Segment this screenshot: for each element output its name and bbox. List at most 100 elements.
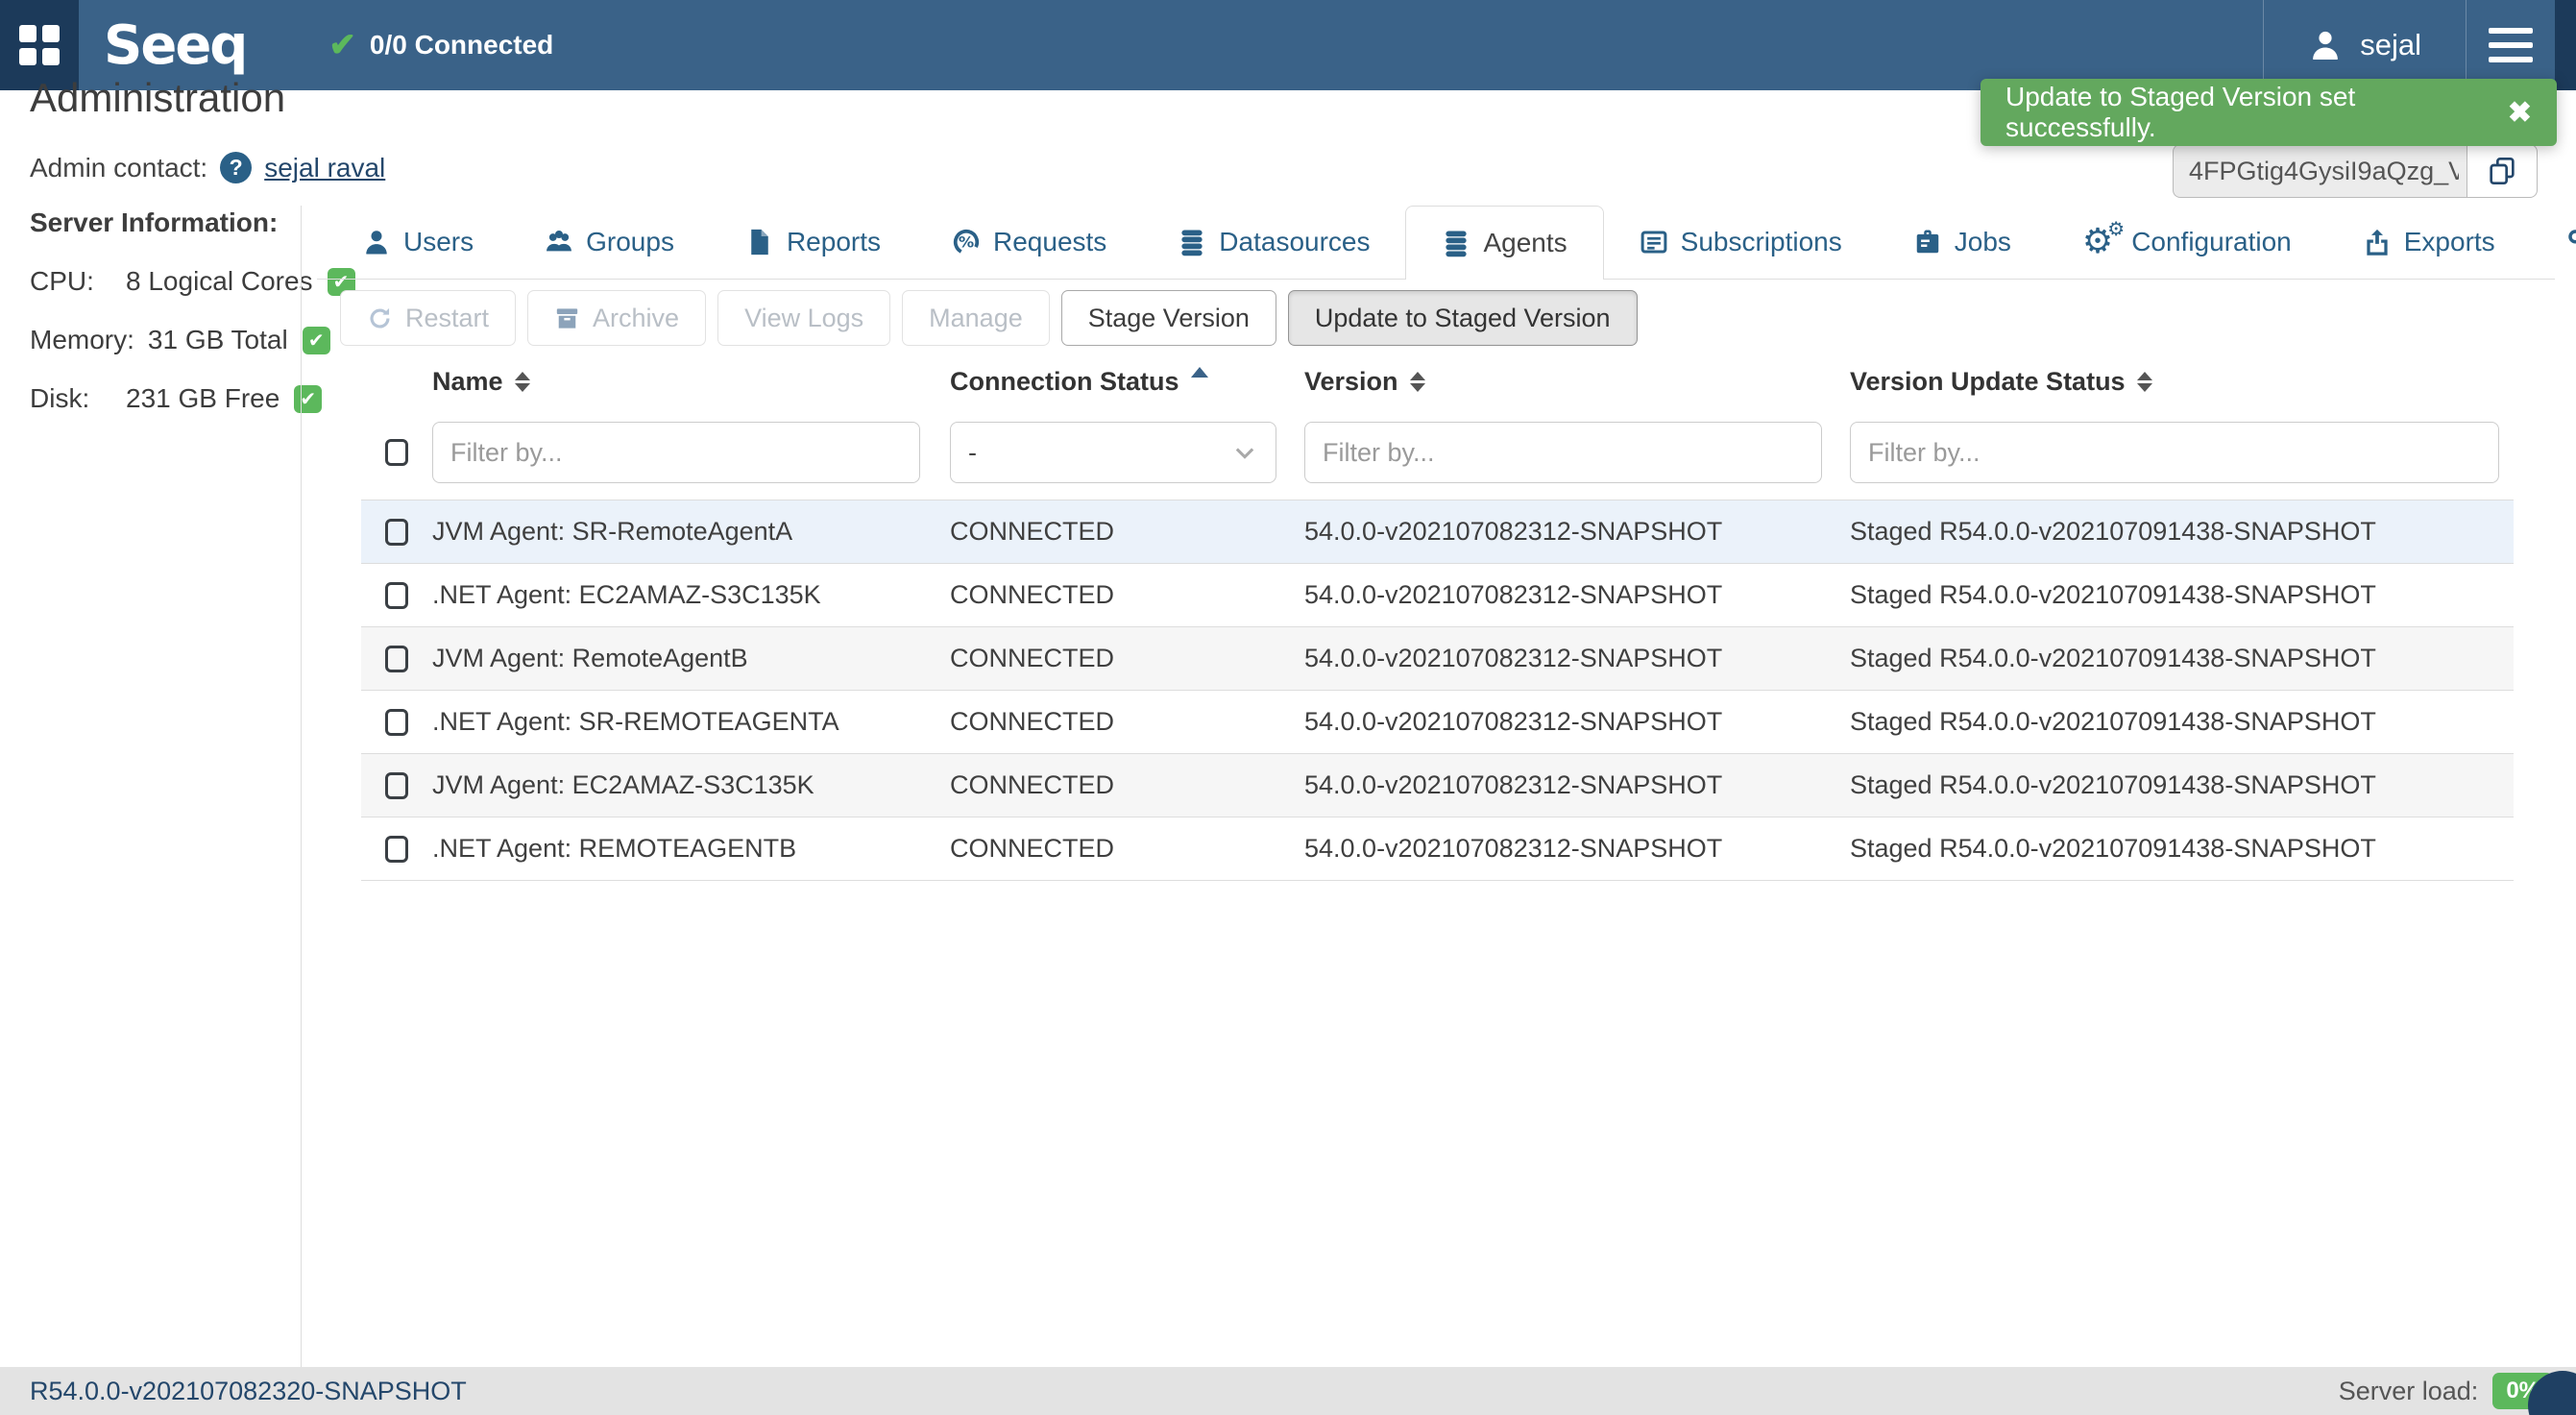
sort-icon: [2137, 372, 2152, 392]
toast-message: Update to Staged Version set successfull…: [1981, 82, 2483, 143]
row-checkbox[interactable]: [385, 582, 408, 609]
tab-label: Users: [403, 227, 474, 257]
admin-contact-link[interactable]: sejal raval: [264, 153, 385, 183]
column-label: Version Update Status: [1850, 367, 2126, 397]
agent-version: 54.0.0-v202107082312-SNAPSHOT: [1304, 707, 1850, 737]
column-header-version-update-status[interactable]: Version Update Status: [1850, 367, 2514, 397]
copy-api-key-button[interactable]: [2467, 144, 2538, 198]
list-card-icon: [1640, 228, 1668, 256]
archive-button: Archive: [527, 290, 706, 346]
view-logs-button: View Logs: [717, 290, 890, 346]
administration-page: Seeq ✔ 0/0 Connected sejal Update to Sta…: [0, 0, 2576, 1415]
row-checkbox[interactable]: [385, 519, 408, 546]
connection-status: CONNECTED: [950, 644, 1304, 673]
column-label: Connection Status: [950, 367, 1179, 397]
tab-agents[interactable]: Agents: [1405, 206, 1603, 280]
table-row[interactable]: .NET Agent: REMOTEAGENTB CONNECTED 54.0.…: [361, 817, 2514, 881]
disk-label: Disk:: [30, 383, 112, 414]
table-row[interactable]: JVM Agent: SR-RemoteAgentA CONNECTED 54.…: [361, 500, 2514, 564]
tab-configuration[interactable]: ⚙⚙ Configuration: [2047, 206, 2327, 279]
row-checkbox[interactable]: [385, 709, 408, 736]
api-key-field[interactable]: [2173, 144, 2467, 198]
agent-name: .NET Agent: EC2AMAZ-S3C135K: [432, 580, 950, 610]
memory-ok-check-icon: ✔: [303, 327, 330, 354]
tab-users[interactable]: Users: [327, 206, 509, 279]
tab-reports[interactable]: Reports: [710, 206, 916, 279]
agent-version: 54.0.0-v202107082312-SNAPSHOT: [1304, 770, 1850, 800]
version-filter-input[interactable]: [1304, 422, 1822, 483]
button-label: Update to Staged Version: [1315, 304, 1611, 333]
connected-label: 0/0 Connected: [370, 30, 553, 61]
help-question-icon[interactable]: ?: [220, 152, 252, 183]
server-info-heading: Server Information:: [30, 207, 355, 238]
name-filter-input[interactable]: [432, 422, 920, 483]
button-label: Restart: [405, 304, 489, 333]
check-icon: ✔: [328, 29, 356, 61]
tab-access-keys[interactable]: Access Keys: [2531, 206, 2576, 279]
column-header-name[interactable]: Name: [432, 367, 950, 397]
server-information: Server Information: CPU: 8 Logical Cores…: [30, 207, 355, 414]
tab-groups[interactable]: Groups: [509, 206, 710, 279]
agent-version: 54.0.0-v202107082312-SNAPSHOT: [1304, 517, 1850, 547]
datasource-connection-status[interactable]: ✔ 0/0 Connected: [328, 29, 553, 61]
table-row[interactable]: .NET Agent: EC2AMAZ-S3C135K CONNECTED 54…: [361, 564, 2514, 627]
hamburger-menu-button[interactable]: [2467, 0, 2555, 90]
export-icon: [2363, 228, 2392, 256]
connection-status: CONNECTED: [950, 517, 1304, 547]
select-all-checkbox[interactable]: [385, 439, 408, 466]
connection-status: CONNECTED: [950, 580, 1304, 610]
table-row[interactable]: JVM Agent: EC2AMAZ-S3C135K CONNECTED 54.…: [361, 754, 2514, 817]
column-header-connection-status[interactable]: Connection Status: [950, 367, 1304, 397]
agent-name: JVM Agent: EC2AMAZ-S3C135K: [432, 770, 950, 800]
version-update-status: Staged R54.0.0-v202107091438-SNAPSHOT: [1850, 580, 2514, 610]
tab-exports[interactable]: Exports: [2327, 206, 2531, 279]
table-filter-row: -: [361, 405, 2514, 500]
tab-label: Configuration: [2131, 227, 2292, 257]
row-checkbox[interactable]: [385, 836, 408, 863]
cpu-label: CPU:: [30, 266, 112, 297]
success-toast: Update to Staged Version set successfull…: [1981, 79, 2557, 146]
tab-label: Requests: [993, 227, 1106, 257]
api-key-group: [2173, 144, 2538, 198]
tab-requests[interactable]: % Requests: [916, 206, 1142, 279]
server-version-label: R54.0.0-v202107082320-SNAPSHOT: [0, 1377, 467, 1406]
user-menu[interactable]: sejal: [2264, 0, 2466, 90]
top-navbar: Seeq ✔ 0/0 Connected sejal: [0, 0, 2576, 90]
manage-button: Manage: [902, 290, 1050, 346]
update-to-staged-version-button[interactable]: Update to Staged Version: [1288, 290, 1638, 346]
sort-icon: [1410, 372, 1425, 392]
agents-toolbar: Restart Archive View Logs Manage Stage V…: [340, 290, 1638, 346]
tab-label: Exports: [2404, 227, 2495, 257]
tab-subscriptions[interactable]: Subscriptions: [1604, 206, 1878, 279]
database-icon: [1442, 229, 1470, 257]
server-info-row-memory: Memory: 31 GB Total ✔: [30, 325, 355, 355]
admin-contact: Admin contact: ? sejal raval: [30, 152, 385, 183]
table-row[interactable]: .NET Agent: SR-REMOTEAGENTA CONNECTED 54…: [361, 691, 2514, 754]
agent-name: .NET Agent: REMOTEAGENTB: [432, 834, 950, 864]
version-update-status: Staged R54.0.0-v202107091438-SNAPSHOT: [1850, 517, 2514, 547]
row-checkbox[interactable]: [385, 772, 408, 799]
version-update-status-filter-input[interactable]: [1850, 422, 2499, 483]
key-icon: [2566, 228, 2576, 256]
connection-status-filter-select[interactable]: -: [950, 422, 1276, 483]
button-label: Archive: [593, 304, 679, 333]
gears-icon: ⚙⚙: [2082, 225, 2113, 259]
version-update-status: Staged R54.0.0-v202107091438-SNAPSHOT: [1850, 834, 2514, 864]
report-icon: [745, 228, 774, 256]
status-bar: R54.0.0-v202107082320-SNAPSHOT Server lo…: [0, 1367, 2576, 1415]
table-row[interactable]: JVM Agent: RemoteAgentB CONNECTED 54.0.0…: [361, 627, 2514, 691]
column-header-version[interactable]: Version: [1304, 367, 1850, 397]
grid-icon: [19, 25, 60, 65]
tab-datasources[interactable]: Datasources: [1142, 206, 1405, 279]
seeq-logo[interactable]: Seeq: [104, 14, 246, 77]
stage-version-button[interactable]: Stage Version: [1061, 290, 1276, 346]
toast-close-icon[interactable]: ✖: [2483, 96, 2557, 130]
server-info-row-cpu: CPU: 8 Logical Cores ✔: [30, 266, 355, 297]
tab-label: Datasources: [1219, 227, 1370, 257]
disk-ok-check-icon: ✔: [294, 385, 322, 413]
restart-button: Restart: [340, 290, 516, 346]
row-checkbox[interactable]: [385, 646, 408, 672]
tab-label: Groups: [586, 227, 674, 257]
connection-status: CONNECTED: [950, 834, 1304, 864]
tab-jobs[interactable]: Jobs: [1878, 206, 2047, 279]
